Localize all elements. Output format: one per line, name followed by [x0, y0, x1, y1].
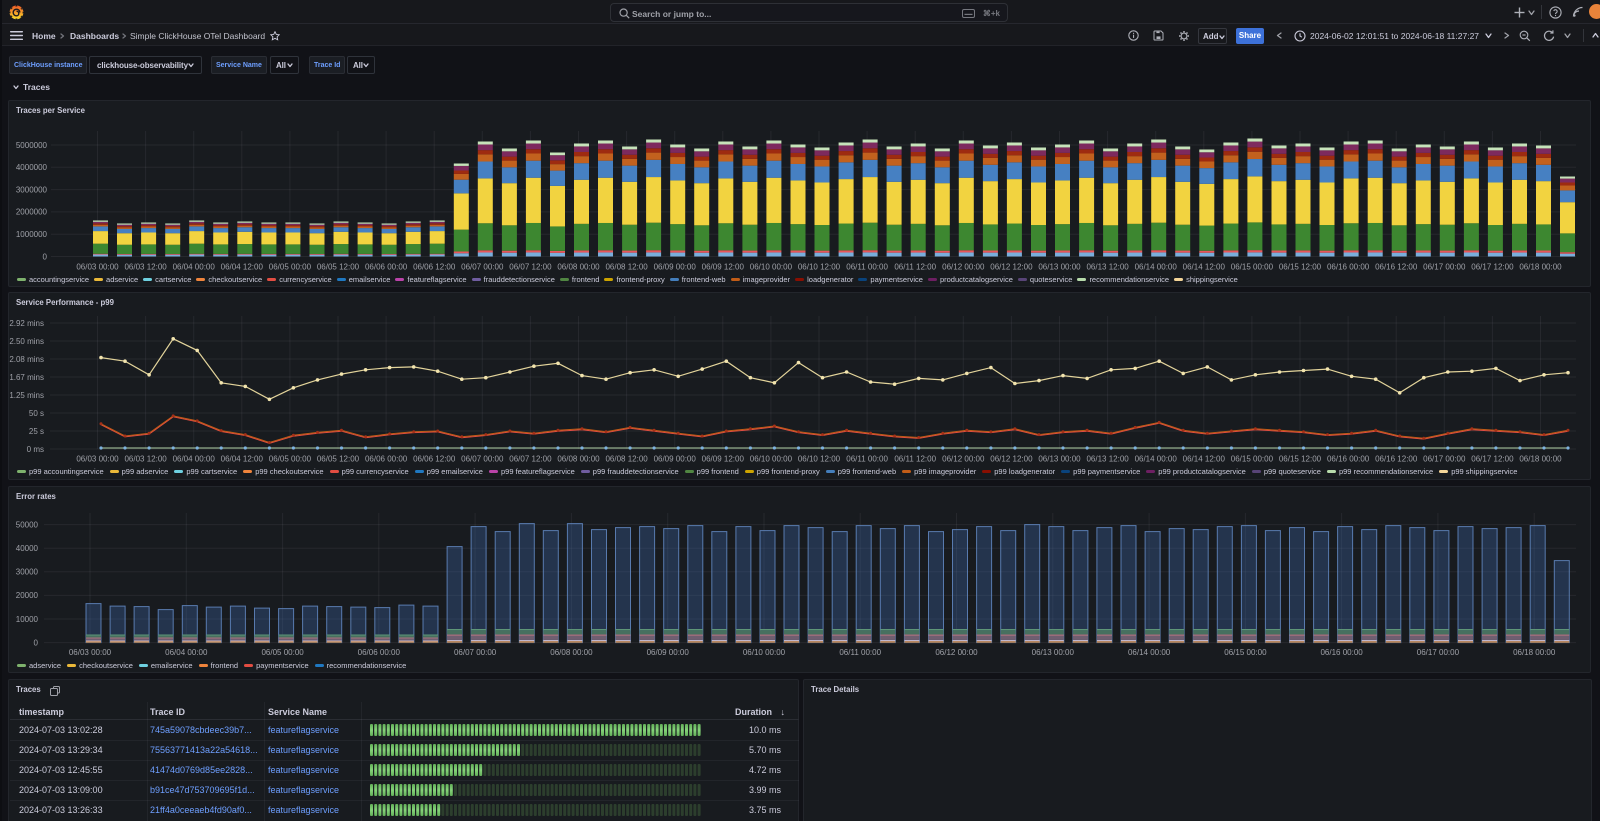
svg-text:2000000: 2000000	[16, 208, 48, 217]
svg-text:06/09 00:00: 06/09 00:00	[654, 263, 697, 272]
svg-text:0: 0	[43, 252, 48, 261]
svg-text:06/13 00:00: 06/13 00:00	[1032, 648, 1075, 657]
svg-text:06/12 00:00: 06/12 00:00	[935, 648, 978, 657]
svg-text:4000000: 4000000	[16, 163, 48, 172]
svg-text:06/18 00:00: 06/18 00:00	[1519, 263, 1562, 272]
svg-text:1.25 mins: 1.25 mins	[9, 391, 44, 400]
svg-text:06/06 12:00: 06/06 12:00	[413, 263, 456, 272]
svg-text:3000000: 3000000	[16, 185, 48, 194]
svg-text:06/13 12:00: 06/13 12:00	[1086, 455, 1129, 464]
svg-text:06/06 12:00: 06/06 12:00	[413, 455, 456, 464]
svg-text:06/13 00:00: 06/13 00:00	[1038, 263, 1081, 272]
svg-text:1000000: 1000000	[16, 230, 48, 239]
svg-text:06/06 00:00: 06/06 00:00	[365, 455, 408, 464]
svg-text:0: 0	[34, 638, 39, 647]
svg-text:06/17 12:00: 06/17 12:00	[1471, 455, 1514, 464]
svg-text:06/15 00:00: 06/15 00:00	[1231, 455, 1274, 464]
svg-text:06/16 12:00: 06/16 12:00	[1375, 263, 1418, 272]
svg-text:40000: 40000	[16, 544, 39, 553]
svg-text:50 s: 50 s	[29, 409, 44, 418]
svg-text:06/11 00:00: 06/11 00:00	[846, 455, 888, 464]
svg-text:06/03 00:00: 06/03 00:00	[76, 455, 119, 464]
svg-text:06/08 00:00: 06/08 00:00	[557, 455, 600, 464]
svg-text:06/16 12:00: 06/16 12:00	[1375, 455, 1418, 464]
svg-text:06/12 00:00: 06/12 00:00	[942, 455, 985, 464]
svg-text:06/09 12:00: 06/09 12:00	[702, 263, 745, 272]
svg-text:06/15 00:00: 06/15 00:00	[1231, 263, 1274, 272]
svg-text:10000: 10000	[16, 615, 39, 624]
svg-text:06/14 00:00: 06/14 00:00	[1128, 648, 1171, 657]
svg-text:06/05 00:00: 06/05 00:00	[269, 455, 312, 464]
svg-text:06/07 00:00: 06/07 00:00	[461, 263, 504, 272]
svg-text:06/03 12:00: 06/03 12:00	[124, 455, 167, 464]
svg-text:06/14 12:00: 06/14 12:00	[1183, 455, 1226, 464]
svg-text:06/07 00:00: 06/07 00:00	[454, 648, 497, 657]
svg-text:06/10 00:00: 06/10 00:00	[743, 648, 786, 657]
svg-text:06/14 00:00: 06/14 00:00	[1135, 455, 1178, 464]
svg-text:1.67 mins: 1.67 mins	[9, 373, 44, 382]
svg-text:06/08 00:00: 06/08 00:00	[550, 648, 593, 657]
svg-text:06/12 12:00: 06/12 12:00	[990, 455, 1033, 464]
svg-text:06/11 12:00: 06/11 12:00	[894, 263, 936, 272]
svg-text:06/16 00:00: 06/16 00:00	[1320, 648, 1363, 657]
svg-text:06/15 12:00: 06/15 12:00	[1279, 263, 1322, 272]
svg-text:06/03 12:00: 06/03 12:00	[124, 263, 167, 272]
svg-text:06/18 00:00: 06/18 00:00	[1519, 455, 1562, 464]
svg-text:25 s: 25 s	[29, 427, 44, 436]
svg-text:06/04 12:00: 06/04 12:00	[221, 263, 264, 272]
svg-text:06/05 00:00: 06/05 00:00	[261, 648, 304, 657]
svg-text:06/13 12:00: 06/13 12:00	[1086, 263, 1129, 272]
svg-text:20000: 20000	[16, 591, 39, 600]
svg-text:06/11 12:00: 06/11 12:00	[894, 455, 936, 464]
svg-text:06/12 00:00: 06/12 00:00	[942, 263, 985, 272]
svg-text:06/06 00:00: 06/06 00:00	[358, 648, 401, 657]
svg-text:5000000: 5000000	[16, 141, 48, 150]
svg-text:06/18 00:00: 06/18 00:00	[1513, 648, 1556, 657]
svg-text:06/15 12:00: 06/15 12:00	[1279, 455, 1322, 464]
svg-text:06/09 12:00: 06/09 12:00	[702, 455, 745, 464]
svg-text:06/17 00:00: 06/17 00:00	[1417, 648, 1460, 657]
svg-text:06/13 00:00: 06/13 00:00	[1038, 455, 1081, 464]
svg-text:50000: 50000	[16, 520, 39, 529]
svg-text:06/09 00:00: 06/09 00:00	[654, 455, 697, 464]
svg-text:06/17 00:00: 06/17 00:00	[1423, 263, 1466, 272]
svg-text:06/09 00:00: 06/09 00:00	[647, 648, 690, 657]
svg-text:06/17 12:00: 06/17 12:00	[1471, 263, 1514, 272]
svg-text:06/10 12:00: 06/10 12:00	[798, 263, 841, 272]
svg-text:06/05 12:00: 06/05 12:00	[317, 263, 360, 272]
svg-text:06/16 00:00: 06/16 00:00	[1327, 263, 1370, 272]
svg-text:06/10 00:00: 06/10 00:00	[750, 263, 793, 272]
svg-text:06/05 12:00: 06/05 12:00	[317, 455, 360, 464]
svg-text:06/07 12:00: 06/07 12:00	[509, 263, 552, 272]
svg-text:06/10 00:00: 06/10 00:00	[750, 455, 793, 464]
svg-text:06/07 12:00: 06/07 12:00	[509, 455, 552, 464]
svg-text:06/14 00:00: 06/14 00:00	[1135, 263, 1178, 272]
svg-text:06/11 00:00: 06/11 00:00	[839, 648, 881, 657]
svg-text:06/14 12:00: 06/14 12:00	[1183, 263, 1226, 272]
svg-text:06/08 12:00: 06/08 12:00	[605, 455, 648, 464]
svg-text:06/04 00:00: 06/04 00:00	[173, 263, 216, 272]
svg-text:2.50 mins: 2.50 mins	[9, 337, 44, 346]
svg-text:2.08 mins: 2.08 mins	[9, 355, 44, 364]
svg-text:06/03 00:00: 06/03 00:00	[76, 263, 119, 272]
svg-text:06/11 00:00: 06/11 00:00	[846, 263, 888, 272]
svg-text:06/08 00:00: 06/08 00:00	[557, 263, 600, 272]
svg-text:06/04 00:00: 06/04 00:00	[173, 455, 216, 464]
svg-text:06/03 00:00: 06/03 00:00	[69, 648, 112, 657]
svg-text:2.92 mins: 2.92 mins	[9, 319, 44, 328]
svg-text:06/16 00:00: 06/16 00:00	[1327, 455, 1370, 464]
svg-text:06/04 12:00: 06/04 12:00	[221, 455, 264, 464]
svg-text:06/07 00:00: 06/07 00:00	[461, 455, 504, 464]
svg-text:06/04 00:00: 06/04 00:00	[165, 648, 208, 657]
svg-text:06/10 12:00: 06/10 12:00	[798, 455, 841, 464]
svg-text:06/05 00:00: 06/05 00:00	[269, 263, 312, 272]
svg-text:06/15 00:00: 06/15 00:00	[1224, 648, 1267, 657]
svg-text:06/17 00:00: 06/17 00:00	[1423, 455, 1466, 464]
svg-text:06/08 12:00: 06/08 12:00	[605, 263, 648, 272]
svg-text:06/12 12:00: 06/12 12:00	[990, 263, 1033, 272]
svg-text:06/06 00:00: 06/06 00:00	[365, 263, 408, 272]
svg-text:30000: 30000	[16, 568, 39, 577]
svg-text:0 ms: 0 ms	[27, 445, 44, 454]
